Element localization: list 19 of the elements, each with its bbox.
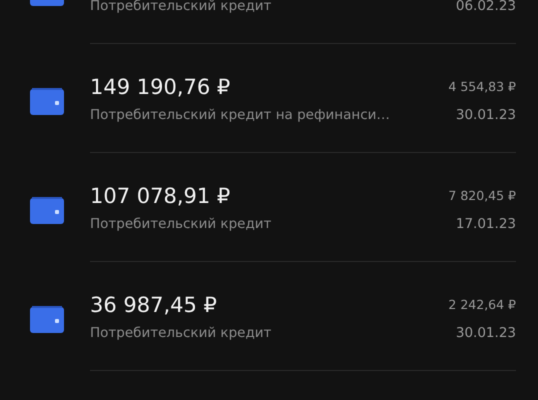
wallet-icon — [29, 86, 65, 116]
loan-item[interactable]: 107 078,91 ₽ Потребительский кредит 7 820,45 ₽ 17.01.23 — [0, 153, 538, 262]
loan-balance: 36 987,45 ₽ — [90, 292, 218, 319]
loan-item[interactable]: 36 987,45 ₽ Потребительский кредит 2 242,64 ₽ 30.01.23 — [0, 262, 538, 371]
wallet-icon — [29, 304, 65, 334]
loan-description: Потребительский кредит на рефинанси… — [90, 106, 391, 125]
payment-date: 06.02.23 — [456, 0, 516, 16]
loan-description: Потребительский кредит — [90, 215, 272, 234]
payment-amount: 7 820,45 ₽ — [448, 187, 516, 205]
loan-item[interactable]: 149 190,76 ₽ Потребительский кредит на рефинанси… 4 554,83 ₽ 30.01.23 — [0, 44, 538, 153]
payment-date: 17.01.23 — [454, 215, 516, 234]
payment-amount: 2 242,64 ₽ — [448, 296, 516, 314]
payment-date: 30.01.23 — [454, 324, 516, 343]
wallet-icon — [29, 194, 65, 224]
payment-date: 30.01.23 — [454, 106, 516, 125]
loan-balance: 107 078,91 ₽ — [90, 183, 232, 210]
payment-amount: 4 554,83 ₽ — [448, 78, 516, 96]
loan-description: Потребительский кредит — [90, 324, 272, 343]
loan-balance: 149 190,76 ₽ — [90, 74, 232, 101]
